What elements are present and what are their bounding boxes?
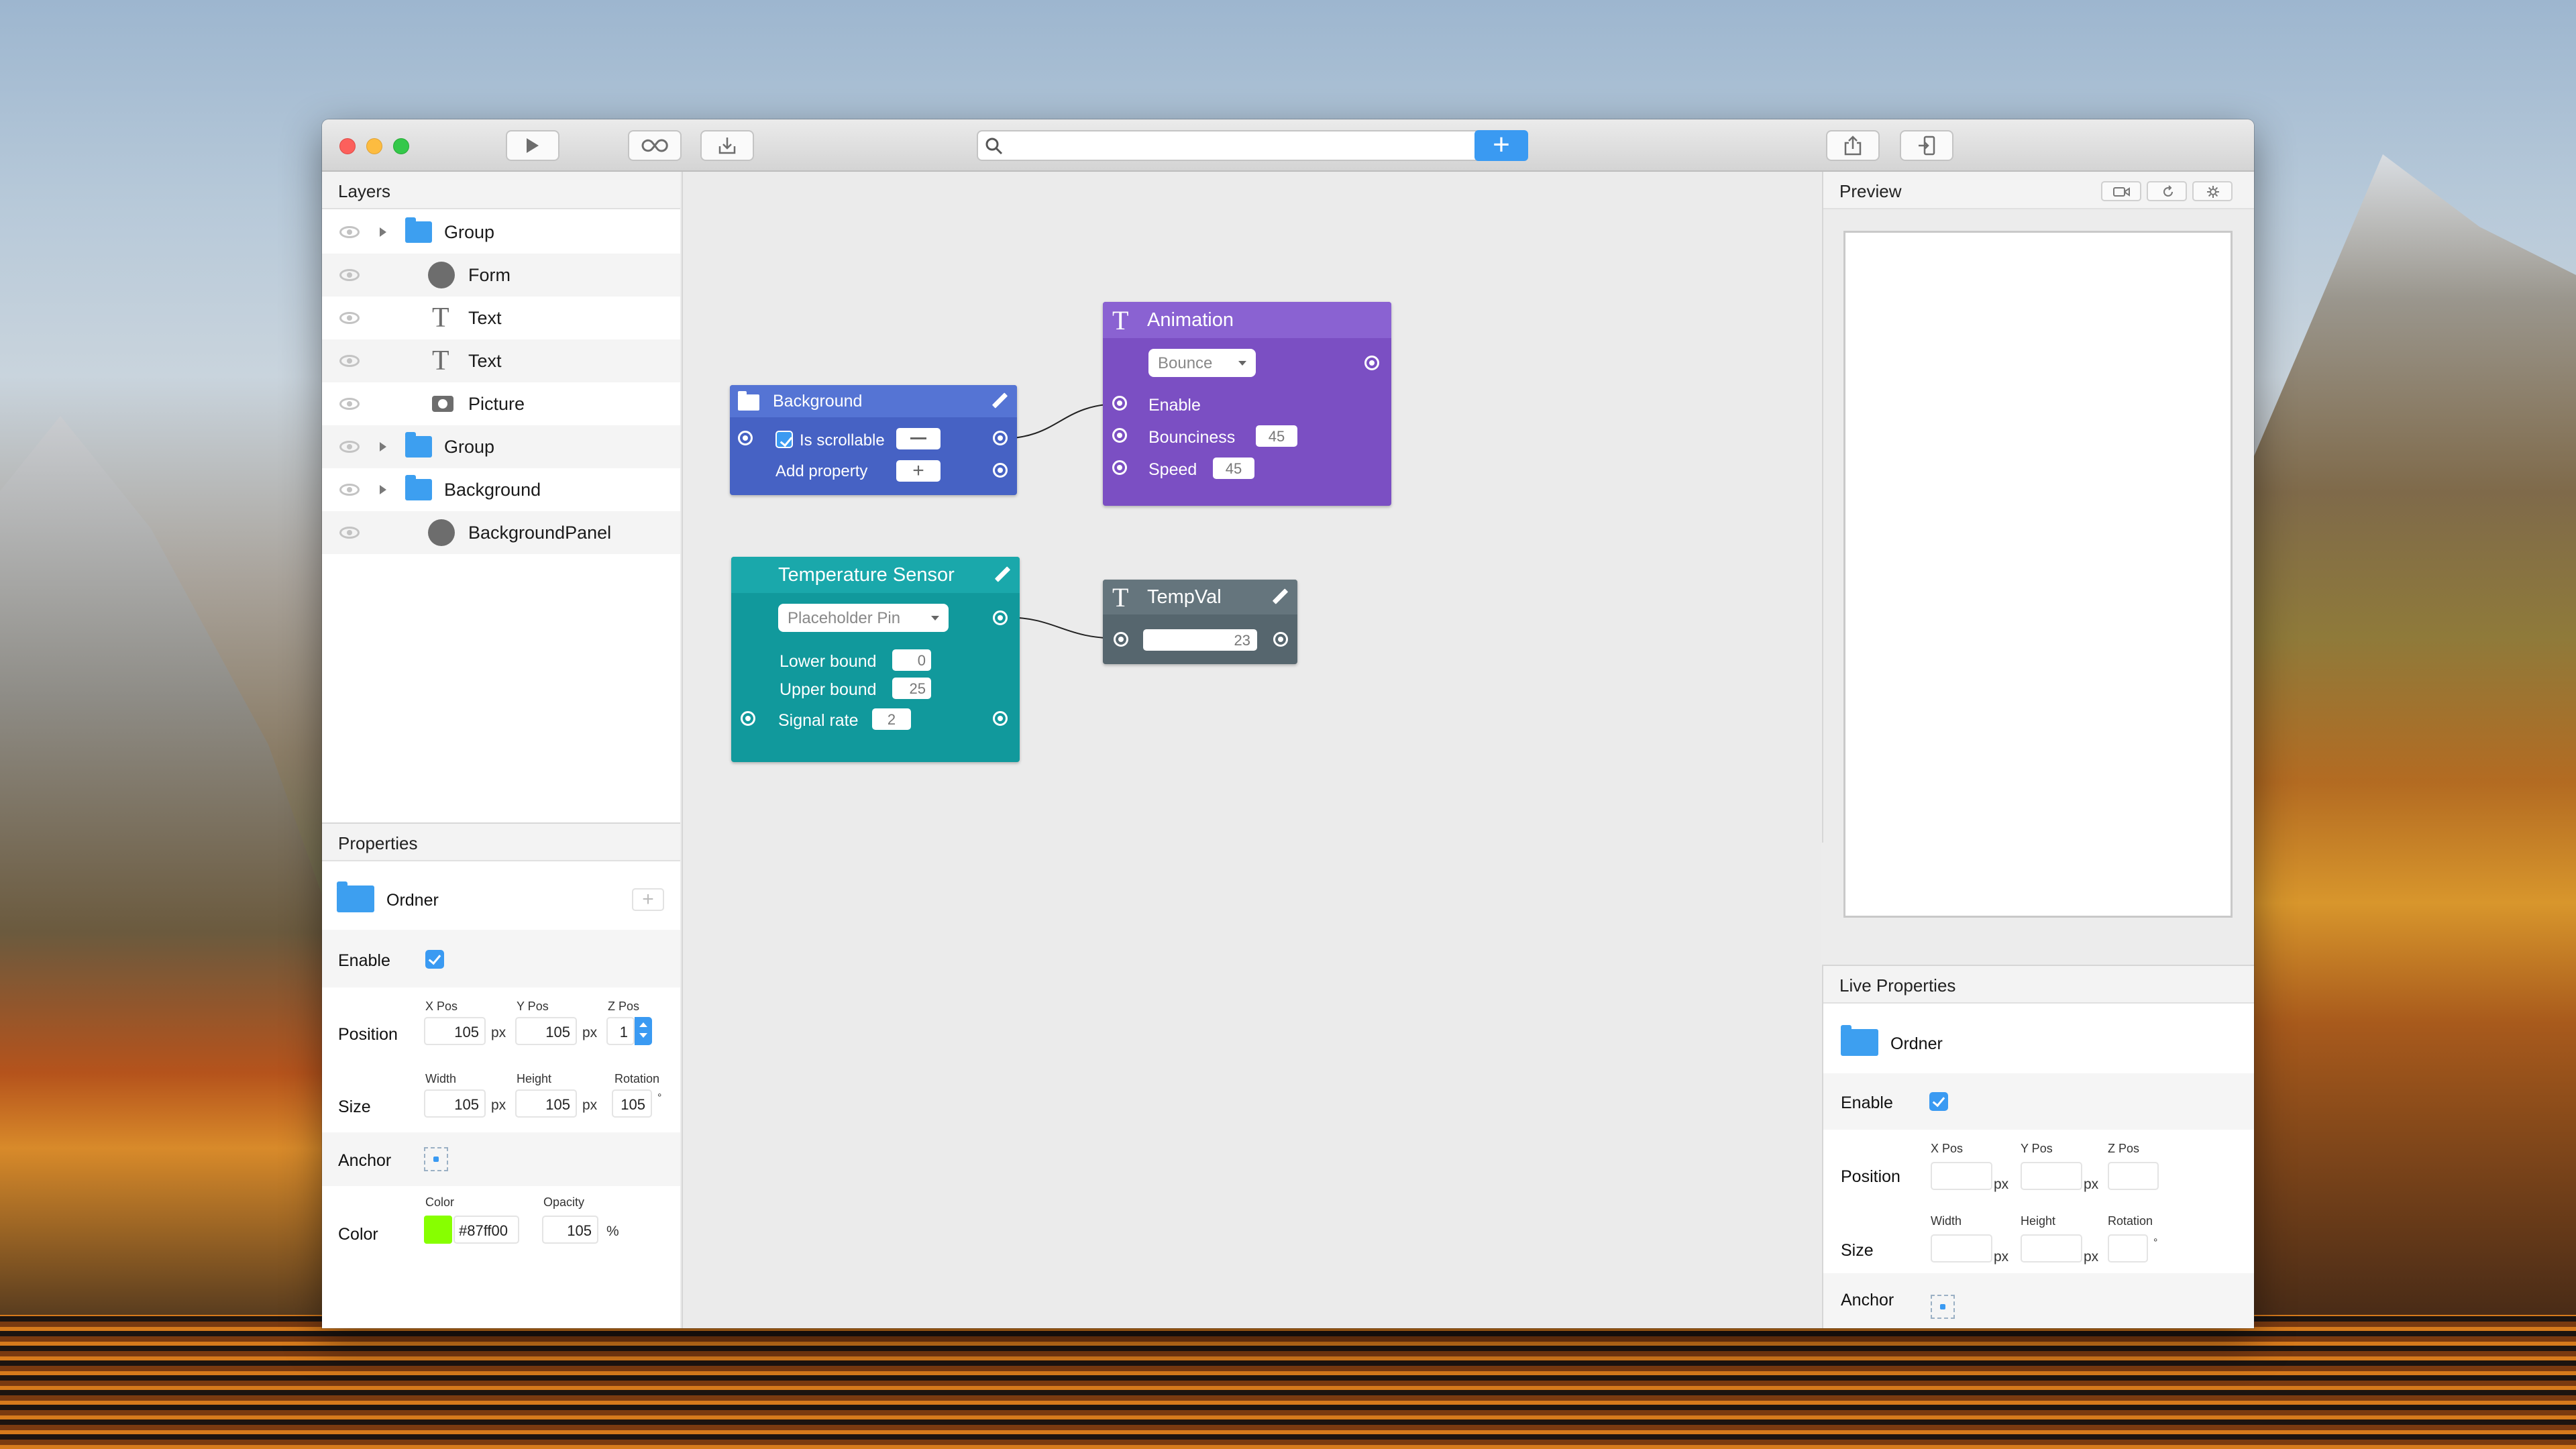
live-properties-panel: Live Properties Ordner Enable X Pos Y Po… — [1822, 965, 2254, 1328]
wire-background-to-animation — [999, 403, 1121, 439]
add-node-property-button[interactable]: + — [896, 460, 941, 482]
video-icon — [2113, 187, 2130, 197]
folder-icon — [738, 391, 759, 411]
live-height-field[interactable] — [2021, 1234, 2082, 1263]
lower-bound-field[interactable]: 0 — [892, 649, 931, 671]
edit-icon[interactable] — [994, 567, 1010, 583]
lower-bound-label: Lower bound — [780, 652, 877, 671]
add-property-label: Add property — [775, 462, 868, 480]
background-mountain-right — [2254, 154, 2576, 1362]
edit-icon[interactable] — [991, 393, 1008, 409]
px-unit: px — [1994, 1249, 2009, 1265]
preview-panel: Preview — [1822, 172, 2254, 918]
live-size-label: Size — [1841, 1241, 1874, 1260]
px-unit: px — [2084, 1177, 2099, 1192]
live-anchor-label: Anchor — [1841, 1291, 1894, 1309]
tempval-field[interactable]: 23 — [1143, 629, 1257, 651]
background-node-header[interactable]: Background — [730, 385, 1017, 417]
speed-label: Speed — [1148, 460, 1197, 479]
signal-rate-field[interactable]: 2 — [872, 708, 911, 730]
px-unit: px — [2084, 1249, 2099, 1265]
text-icon: T — [1112, 305, 1129, 335]
temperature-sensor-node[interactable]: Temperature Sensor Placeholder Pin Lower… — [731, 557, 1020, 762]
speed-input-port[interactable] — [1112, 460, 1127, 475]
animation-type-select[interactable]: Bounce — [1148, 349, 1256, 377]
app-window: + Layers Group Form T Text T Text Pictur… — [322, 119, 2254, 1328]
temperature-node-title: Temperature Sensor — [778, 564, 955, 586]
reload-button[interactable] — [2147, 181, 2187, 201]
live-properties-title: Live Properties — [1823, 966, 2254, 1004]
input-port[interactable] — [738, 431, 753, 445]
live-ypos-label: Y Pos — [2021, 1142, 2053, 1155]
live-xpos-label: X Pos — [1931, 1142, 1964, 1155]
live-position-label: Position — [1841, 1167, 1900, 1186]
is-scrollable-checkbox[interactable] — [775, 431, 793, 448]
upper-bound-field[interactable]: 25 — [892, 678, 931, 699]
tempval-node-header[interactable]: T TempVal — [1103, 580, 1297, 614]
input-port[interactable] — [741, 711, 755, 726]
live-enable-label: Enable — [1841, 1093, 1893, 1112]
preview-title: Preview — [1823, 172, 2254, 209]
text-icon: T — [1112, 582, 1129, 612]
live-zpos-field[interactable] — [2108, 1162, 2159, 1190]
output-port[interactable] — [993, 431, 1008, 445]
gear-icon — [2207, 186, 2219, 198]
live-object-name: Ordner — [1890, 1034, 1943, 1053]
minus-icon — [910, 437, 926, 439]
enable-label: Enable — [1148, 396, 1201, 415]
output-port[interactable] — [993, 610, 1008, 625]
live-rotation-label: Rotation — [2108, 1214, 2153, 1228]
output-port[interactable] — [1364, 356, 1379, 370]
animation-node-title: Animation — [1147, 309, 1234, 331]
settings-button[interactable] — [2192, 181, 2233, 201]
live-ypos-field[interactable] — [2021, 1162, 2082, 1190]
live-width-field[interactable] — [1931, 1234, 1992, 1263]
preview-device-frame[interactable] — [1843, 231, 2233, 918]
bounciness-label: Bounciness — [1148, 428, 1236, 447]
speed-field[interactable]: 45 — [1213, 458, 1254, 479]
px-unit: px — [1994, 1177, 2009, 1192]
remove-property-button[interactable] — [896, 428, 941, 449]
live-enable-checkbox[interactable] — [1929, 1092, 1948, 1111]
upper-bound-label: Upper bound — [780, 680, 877, 699]
signal-rate-label: Signal rate — [778, 711, 859, 730]
background-node[interactable]: Background Is scrollable Add property + — [730, 385, 1017, 495]
live-width-label: Width — [1931, 1214, 1962, 1228]
output-port[interactable] — [993, 463, 1008, 478]
plus-icon: + — [912, 460, 924, 482]
output-port[interactable] — [1273, 632, 1288, 647]
animation-node[interactable]: T Animation Bounce Enable Bounciness 45 … — [1103, 302, 1391, 506]
degree-unit: ° — [2153, 1237, 2158, 1248]
anchor-grid-icon[interactable] — [1931, 1295, 1955, 1319]
animation-node-header[interactable]: T Animation — [1103, 302, 1391, 338]
tempval-node-title: TempVal — [1147, 586, 1222, 608]
background-mountain-left — [0, 416, 335, 1355]
background-lake — [0, 1315, 2576, 1449]
input-port[interactable] — [1114, 632, 1128, 647]
live-zpos-label: Z Pos — [2108, 1142, 2140, 1155]
folder-icon — [1841, 1025, 1878, 1056]
temperature-node-header[interactable]: Temperature Sensor — [731, 557, 1020, 593]
enable-input-port[interactable] — [1112, 396, 1127, 411]
background-node-title: Background — [773, 392, 863, 411]
output-port[interactable] — [993, 711, 1008, 726]
edit-icon[interactable] — [1272, 589, 1288, 605]
tempval-node[interactable]: T TempVal 23 — [1103, 580, 1297, 664]
pin-select[interactable]: Placeholder Pin — [778, 604, 949, 632]
live-rotation-field[interactable] — [2108, 1234, 2148, 1263]
bounciness-field[interactable]: 45 — [1256, 425, 1297, 447]
live-height-label: Height — [2021, 1214, 2056, 1228]
reload-icon — [2163, 185, 2173, 197]
live-xpos-field[interactable] — [1931, 1162, 1992, 1190]
bounciness-input-port[interactable] — [1112, 428, 1127, 443]
is-scrollable-label: Is scrollable — [800, 431, 885, 449]
record-button[interactable] — [2101, 181, 2141, 201]
